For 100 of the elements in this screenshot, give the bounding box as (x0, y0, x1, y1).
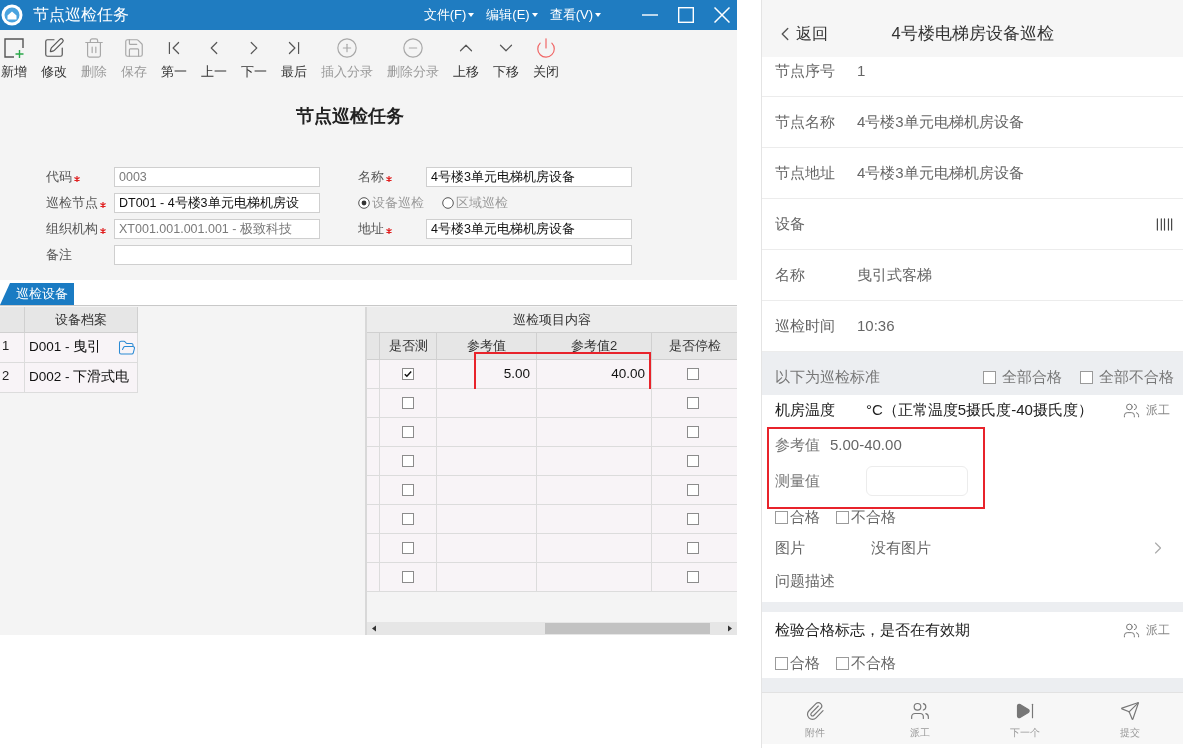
text-field[interactable]: 0003 (114, 167, 320, 187)
column-header: 是否测 (380, 333, 437, 359)
assign-button[interactable]: 派工 (1123, 621, 1170, 639)
field-label: 巡检节点 (46, 194, 98, 213)
text-field[interactable]: 4号楼3单元电梯机房设备 (426, 219, 632, 239)
window-title: 节点巡检任务 (33, 5, 129, 25)
tab-bar-button[interactable]: 提交 (1077, 693, 1183, 744)
column-header: 是否停检 (667, 337, 722, 356)
checkbox[interactable] (402, 368, 414, 380)
column-header: 参考值 (437, 333, 537, 359)
edit-icon (43, 37, 65, 59)
field-label: 代码 (46, 168, 72, 187)
row-number: 1 (0, 333, 25, 362)
column-header: 设备档案 (25, 307, 138, 332)
checkbox[interactable] (686, 397, 699, 409)
horizontal-scrollbar[interactable] (367, 622, 737, 635)
field-label: 名称 (775, 264, 806, 285)
folder-icon[interactable] (118, 338, 136, 357)
checkbox-label: 不合格 (851, 652, 896, 673)
toolbar-button[interactable]: 最后 (281, 30, 307, 80)
tab-bar-button[interactable]: 派工 (867, 693, 973, 744)
people-icon (1123, 621, 1140, 639)
text-field[interactable] (114, 245, 632, 265)
text-field[interactable]: 4号楼3单元电梯机房设备 (426, 167, 632, 187)
item-name: 机房温度 (775, 399, 836, 420)
toolbar-button[interactable]: 修改 (41, 30, 67, 80)
field-label: 图片 (775, 537, 806, 558)
close-button[interactable] (713, 6, 731, 24)
text-field[interactable]: DT001 - 4号楼3单元电梯机房设 (114, 193, 320, 213)
text-field[interactable]: XT001.001.001.001 - 极致科技 (114, 219, 320, 239)
menu-button[interactable]: 查看(V) (549, 5, 601, 25)
field-label: 组织机构 (46, 220, 98, 239)
column-header: 参考值2 (537, 333, 652, 359)
checkbox[interactable] (402, 571, 414, 583)
people-icon (1123, 401, 1140, 419)
checkbox[interactable] (686, 368, 699, 380)
column-group-header: 巡检项目内容 (367, 307, 737, 333)
toolbar-button[interactable]: 新增 (1, 30, 27, 80)
menu-button[interactable]: 编辑(E) (486, 5, 538, 25)
checkbox[interactable] (402, 455, 414, 467)
checkbox[interactable] (402, 397, 414, 409)
checkbox[interactable] (836, 656, 849, 670)
checkbox[interactable] (686, 426, 699, 438)
add-icon (3, 37, 25, 59)
checkbox[interactable] (775, 510, 788, 524)
menu-button[interactable]: 文件(F) (423, 5, 475, 25)
back-button[interactable]: 返回 (762, 21, 828, 46)
field-value: 4号楼3单元电梯机房设备 (857, 111, 1024, 132)
skip-forward-icon (1015, 701, 1036, 721)
checkbox[interactable] (402, 542, 414, 554)
section-title: 以下为巡检标准 (775, 367, 880, 388)
radio-label: 区域巡检 (456, 194, 508, 213)
table-cell-text: 40.00 (611, 364, 645, 383)
minus-circle-icon (402, 37, 424, 59)
checkbox[interactable] (775, 656, 788, 670)
field-label: 问题描述 (775, 570, 835, 591)
checkbox[interactable] (402, 513, 414, 525)
checkbox[interactable] (686, 484, 699, 496)
checkbox-label: 合格 (790, 506, 820, 527)
checkbox-label: 全部合格 (1002, 367, 1062, 388)
tab[interactable]: 巡检设备 (0, 283, 74, 305)
field-label: 测量值 (775, 470, 821, 491)
checkbox[interactable] (983, 371, 996, 384)
toolbar-button[interactable]: 关闭 (533, 30, 559, 80)
close-icon (714, 7, 730, 23)
maximize-icon (678, 7, 694, 23)
checkbox[interactable] (686, 455, 699, 467)
row-number: 2 (0, 363, 25, 392)
assign-button[interactable]: 派工 (1123, 401, 1170, 419)
checkbox[interactable] (836, 510, 849, 524)
field-label: 节点名称 (775, 111, 836, 132)
tab-bar-button[interactable]: 附件 (762, 693, 868, 744)
field-label: 地址 (358, 220, 384, 239)
checkbox[interactable] (402, 426, 414, 438)
field-label: 节点序号 (775, 60, 836, 81)
caret-icon (531, 13, 538, 17)
paperclip-icon (804, 701, 825, 721)
maximize-button[interactable] (677, 6, 695, 24)
save-icon (123, 37, 145, 59)
toolbar-button[interactable]: 第一 (161, 30, 187, 80)
checkbox[interactable] (686, 542, 699, 554)
checkbox[interactable] (402, 484, 414, 496)
trash-icon (83, 37, 105, 59)
field-label: 备注 (46, 246, 72, 265)
checkbox-label: 不合格 (851, 506, 896, 527)
field-value: 4号楼3单元电梯机房设备 (857, 162, 1024, 183)
toolbar-button[interactable]: 下一 (241, 30, 267, 80)
toolbar-button[interactable]: 上一 (201, 30, 227, 80)
field-label: 设备 (775, 213, 805, 234)
power-icon (535, 37, 557, 59)
toolbar-button[interactable]: 下移 (493, 30, 519, 80)
field-label: 节点地址 (775, 162, 836, 183)
checkbox[interactable] (686, 571, 699, 583)
checkbox[interactable] (1080, 371, 1093, 384)
field-label: 参考值 (775, 434, 820, 455)
toolbar-button[interactable]: 上移 (453, 30, 479, 80)
people-icon (909, 701, 930, 721)
checkbox[interactable] (686, 513, 699, 525)
form-heading: 节点巡检任务 (296, 104, 404, 128)
field-value: 10:36 (857, 315, 895, 336)
